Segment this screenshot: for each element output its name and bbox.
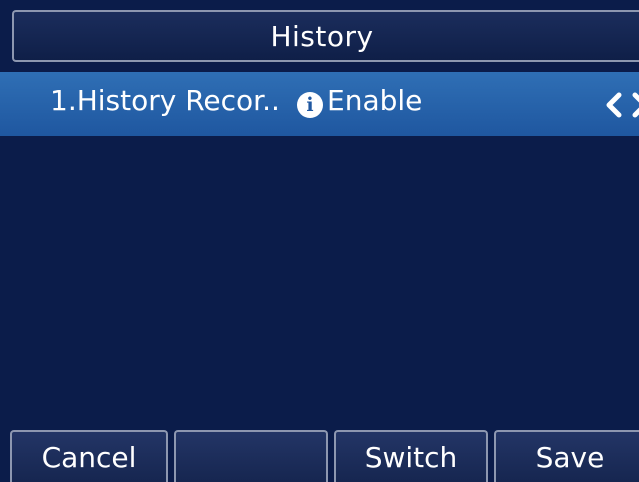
- setting-label: 1.History Recor..: [50, 84, 280, 117]
- page-title: History: [270, 19, 374, 53]
- setting-value: Enable: [327, 84, 423, 117]
- info-icon: i: [297, 92, 323, 118]
- cancel-button[interactable]: Cancel: [10, 430, 168, 482]
- save-button[interactable]: Save: [494, 430, 639, 482]
- phone-screen: History 1.History Recor.. i Enable Cance…: [0, 0, 639, 482]
- chevron-left-icon[interactable]: [603, 90, 625, 120]
- blank-softkey[interactable]: [174, 430, 328, 482]
- title-bar: History: [12, 10, 639, 62]
- switch-button[interactable]: Switch: [334, 430, 488, 482]
- chevron-right-icon[interactable]: [629, 90, 639, 120]
- history-record-setting-row[interactable]: 1.History Recor.. i Enable: [0, 72, 639, 136]
- softkey-bar: Cancel Switch Save: [0, 430, 639, 482]
